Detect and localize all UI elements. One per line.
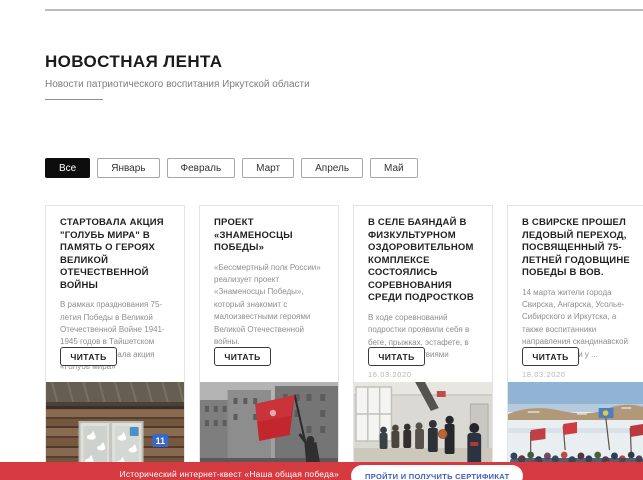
news-card-bayanday-competition: В СЕЛЕ БАЯНДАЙ В ФИЗКУЛЬТУРНОМ ОЗДОРОВИТ…	[353, 205, 493, 480]
news-card-title: СТАРТОВАЛА АКЦИЯ "ГОЛУБЬ МИРА" В ПАМЯТЬ …	[60, 217, 164, 291]
news-card-date: 18.03.2020	[522, 370, 566, 379]
quest-banner: Исторический интернет-квест «Наша общая …	[0, 462, 643, 480]
title-underline	[45, 99, 103, 100]
filter-may[interactable]: Май	[370, 158, 418, 178]
top-divider	[45, 9, 643, 11]
filter-february[interactable]: Февраль	[166, 158, 236, 178]
news-feed-page: НОВОСТНАЯ ЛЕНТА Новости патриотического …	[0, 0, 643, 480]
news-card-victory-banners: ПРОЕКТ «ЗНАМЕНОСЦЫ ПОБЕДЫ» «Бессмертный …	[199, 205, 339, 480]
filter-all[interactable]: Все	[45, 158, 91, 178]
read-button[interactable]: ЧИТАТЬ	[60, 347, 117, 366]
news-card-list: СТАРТОВАЛА АКЦИЯ "ГОЛУБЬ МИРА" В ПАМЯТЬ …	[45, 205, 643, 480]
read-button[interactable]: ЧИТАТЬ	[368, 347, 425, 366]
news-card-ice-crossing: В СВИРСКЕ ПРОШЕЛ ЛЕДОВЫЙ ПЕРЕХОД, ПОСВЯЩ…	[507, 205, 643, 480]
quest-banner-text: Исторический интернет-квест «Наша общая …	[119, 469, 340, 479]
filter-april[interactable]: Апрель	[301, 158, 364, 178]
read-button[interactable]: ЧИТАТЬ	[522, 347, 579, 366]
news-card-text: ПРОЕКТ «ЗНАМЕНОСЦЫ ПОБЕДЫ» «Бессмертный …	[200, 206, 338, 366]
read-button[interactable]: ЧИТАТЬ	[214, 347, 271, 366]
page-subtitle: Новости патриотического воспитания Иркут…	[45, 79, 310, 90]
page-title: НОВОСТНАЯ ЛЕНТА	[45, 52, 223, 71]
news-card-date: 16.03.2020	[368, 370, 412, 380]
news-card-excerpt: «Бессмертный полк России» реализует прое…	[214, 262, 321, 346]
news-card-title: В СЕЛЕ БАЯНДАЙ В ФИЗКУЛЬТУРНОМ ОЗДОРОВИТ…	[368, 217, 474, 304]
news-card-title: В СВИРСКЕ ПРОШЕЛ ЛЕДОВЫЙ ПЕРЕХОД, ПОСВЯЩ…	[522, 217, 630, 279]
filter-january[interactable]: Январь	[97, 158, 160, 178]
filter-march[interactable]: Март	[242, 158, 295, 178]
house-number-label: 11	[156, 436, 165, 446]
page-header: НОВОСТНАЯ ЛЕНТА Новости патриотического …	[45, 52, 310, 100]
news-card-dove-action: СТАРТОВАЛА АКЦИЯ "ГОЛУБЬ МИРА" В ПАМЯТЬ …	[45, 205, 185, 480]
certificate-button[interactable]: ПРОЙТИ И ПОЛУЧИТЬ СЕРТИФИКАТ	[351, 465, 524, 480]
month-filter-bar: Все Январь Февраль Март Апрель Май	[45, 158, 418, 178]
news-card-title: ПРОЕКТ «ЗНАМЕНОСЦЫ ПОБЕДЫ»	[214, 217, 293, 254]
